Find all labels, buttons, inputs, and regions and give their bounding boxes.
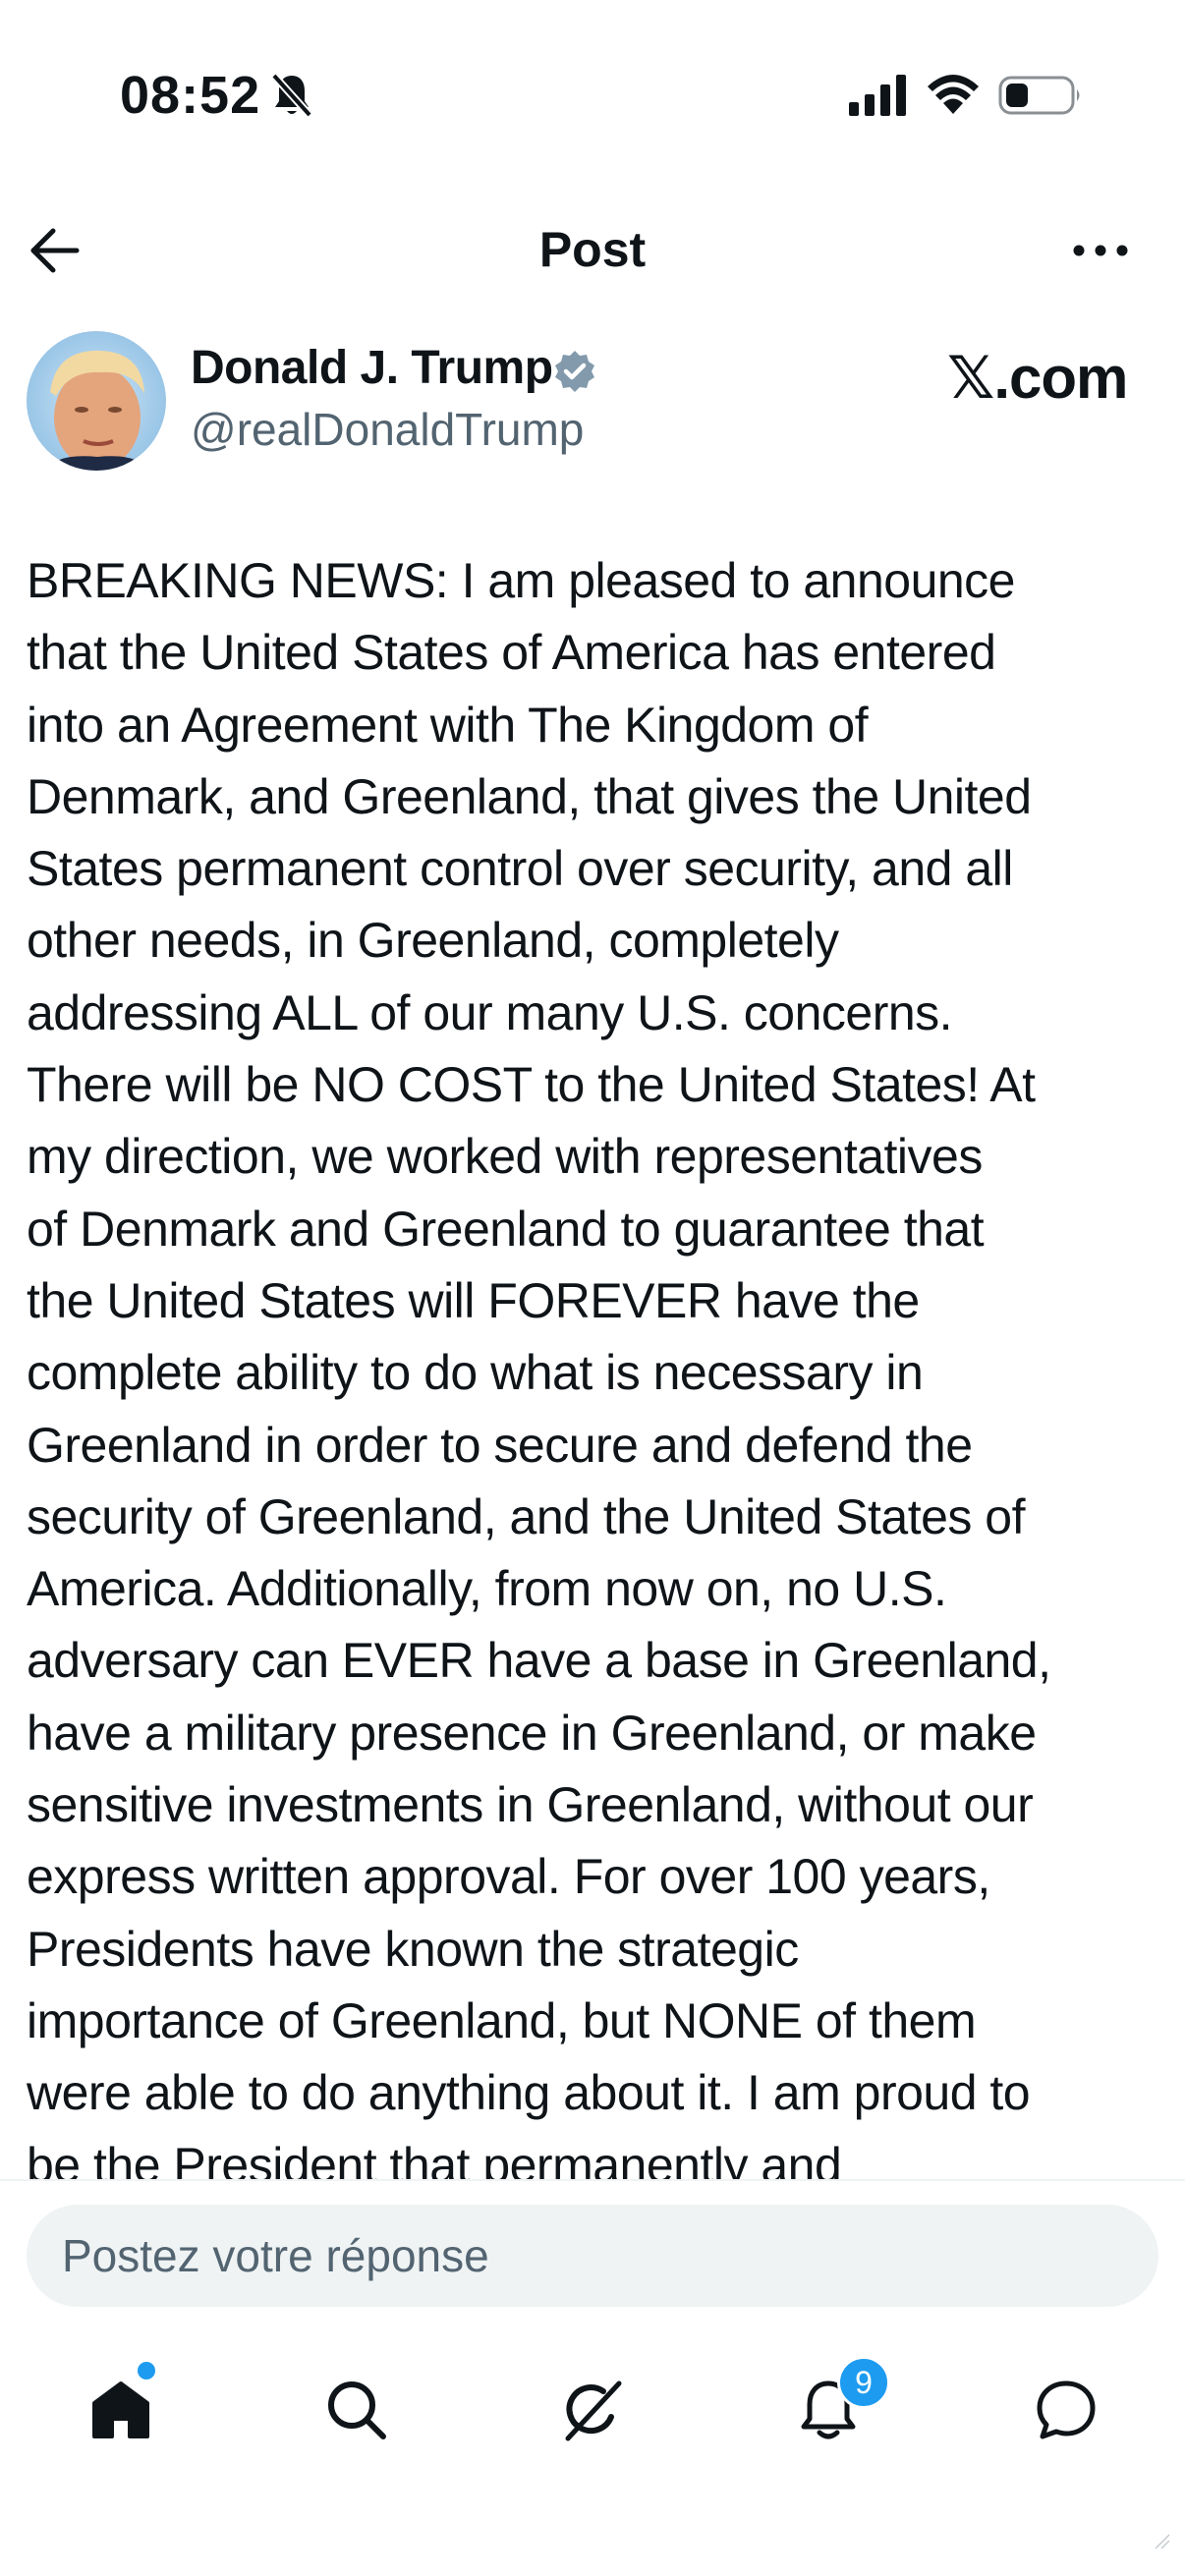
post-text-line: addressing ALL of our many U.S. concerns…: [27, 984, 953, 1040]
home-dot-badge: [138, 2362, 155, 2380]
nav-messages[interactable]: [1004, 2348, 1122, 2466]
divider: [0, 2179, 1185, 2181]
post-text-line: that the United States of America has en…: [27, 625, 996, 681]
post-text-line: into an Agreement with The Kingdom of: [27, 697, 869, 753]
post-text-line: States permanent control over security, …: [27, 841, 1013, 897]
post-text-line: Presidents have known the strategic: [27, 1921, 799, 1977]
x-com-logo: 𝕏.com: [947, 345, 1128, 411]
page-title: Post: [538, 222, 647, 277]
verified-badge-icon: [555, 351, 594, 392]
nav-grok[interactable]: [531, 2348, 649, 2466]
status-bar: 08:52: [0, 0, 1185, 187]
signal-icon: [849, 75, 906, 116]
post-text-line: the United States will FOREVER have the: [27, 1272, 920, 1328]
post-text-line: other needs, in Greenland, completely: [27, 913, 839, 969]
status-time: 08:52: [120, 66, 261, 125]
post-text-line: Denmark, and Greenland, that gives the U…: [27, 768, 1032, 824]
post-text-line: importance of Greenland, but NONE of the…: [27, 1992, 977, 2048]
battery-icon: [998, 76, 1080, 115]
home-icon: [92, 2381, 149, 2438]
post-text: BREAKING NEWS: I am pleased to announce t…: [27, 545, 1166, 2179]
post-text-line: sensitive investments in Greenland, with…: [27, 1777, 1034, 1833]
post-text-line: America. Additionally, from now on, no U…: [27, 1561, 947, 1617]
nav-search[interactable]: [295, 2348, 413, 2466]
bell-off-icon: [271, 73, 312, 118]
post-text-line: complete ability to do what is necessary…: [27, 1345, 924, 1401]
wifi-icon: [928, 75, 979, 114]
more-options-button[interactable]: [1071, 231, 1130, 270]
post-text-line: of Denmark and Greenland to guarantee th…: [27, 1201, 985, 1257]
avatar[interactable]: [27, 331, 166, 471]
resize-grip-icon: [1155, 2534, 1170, 2549]
post-text-line: were able to do anything about it. I am …: [27, 2065, 1031, 2121]
author-handle[interactable]: @realDonaldTrump: [191, 403, 584, 456]
grok-icon: [565, 2380, 622, 2441]
post-text-line: express written approval. For over 100 y…: [27, 1849, 990, 1905]
nav-home[interactable]: [59, 2348, 177, 2466]
search-icon: [328, 2381, 386, 2439]
post-text-line: adversary can EVER have a base in Greenl…: [27, 1633, 1051, 1689]
reply-placeholder: Postez votre réponse: [62, 2230, 489, 2281]
post-text-line: There will be NO COST to the United Stat…: [27, 1057, 1036, 1113]
post-text-line: have a military presence in Greenland, o…: [27, 1705, 1037, 1761]
post-text-line: be the President that permanently and: [27, 2137, 842, 2179]
post-text-line: Greenland in order to secure and defend …: [27, 1417, 973, 1473]
reply-input[interactable]: Postez votre réponse: [27, 2205, 1158, 2307]
bottom-nav: 9: [0, 2348, 1185, 2476]
post-body: BREAKING NEWS: I am pleased to announce t…: [27, 545, 1166, 2179]
notification-count-badge: 9: [837, 2356, 890, 2409]
post-text-line: my direction, we worked with representat…: [27, 1129, 983, 1185]
post-text-line: security of Greenland, and the United St…: [27, 1488, 1026, 1544]
post-text-line: BREAKING NEWS: I am pleased to announce: [27, 553, 1016, 608]
messages-icon: [1037, 2380, 1096, 2439]
author-name[interactable]: Donald J. Trump: [191, 341, 553, 395]
top-bar: Post: [0, 196, 1185, 305]
nav-notifications[interactable]: 9: [766, 2348, 890, 2466]
